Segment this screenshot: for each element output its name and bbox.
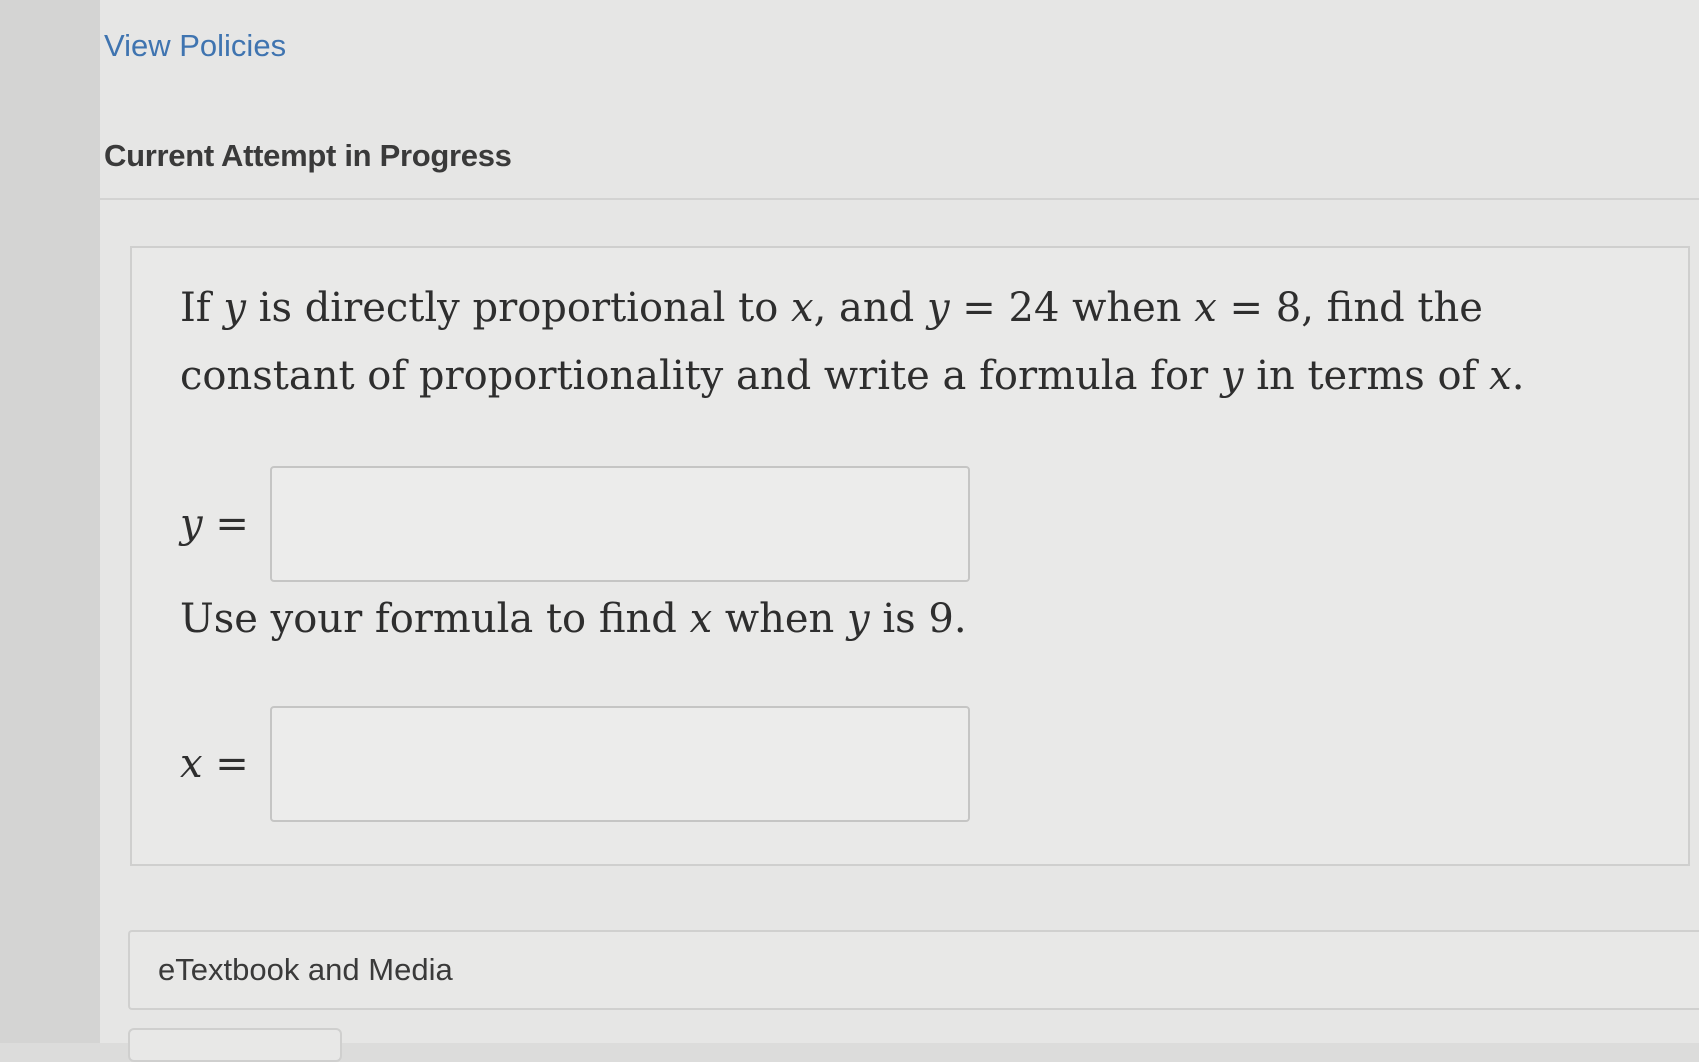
math-variable: x bbox=[791, 285, 814, 331]
view-policies-link[interactable]: View Policies bbox=[104, 28, 286, 64]
answer-input-y[interactable] bbox=[270, 466, 970, 582]
text-segment: is 9. bbox=[869, 596, 967, 642]
header-divider bbox=[100, 198, 1699, 200]
answer-input-x[interactable] bbox=[270, 706, 970, 822]
text-segment: when bbox=[712, 596, 848, 642]
answer-row-y: y = bbox=[180, 466, 970, 582]
math-variable: x bbox=[1489, 353, 1512, 399]
text-segment: , and bbox=[813, 285, 927, 331]
math-variable: y bbox=[223, 285, 246, 331]
etextbook-media-label: eTextbook and Media bbox=[158, 952, 453, 987]
left-rail bbox=[0, 0, 100, 1043]
question-card: If y is directly proportional to x, and … bbox=[130, 246, 1690, 866]
sub-question-text: Use your formula to find x when y is 9. bbox=[180, 596, 967, 642]
math-variable: y bbox=[1220, 353, 1244, 399]
text-segment: Use your formula to find bbox=[180, 596, 690, 642]
math-variable: y bbox=[847, 596, 870, 642]
text-segment: . bbox=[1511, 353, 1525, 399]
math-variable: x bbox=[689, 596, 713, 642]
text-segment: If bbox=[180, 285, 224, 331]
attempt-title: Current Attempt in Progress bbox=[104, 138, 512, 173]
question-text: If y is directly proportional to x, and … bbox=[180, 274, 1650, 410]
answer-label-x: x = bbox=[180, 741, 249, 787]
text-segment: in terms of bbox=[1243, 353, 1490, 399]
etextbook-media-toggle[interactable]: eTextbook and Media bbox=[128, 930, 1699, 1010]
text-segment: = 24 when bbox=[949, 285, 1195, 331]
math-variable: y bbox=[926, 285, 950, 331]
math-variable: x bbox=[1194, 285, 1217, 331]
text-segment: is directly proportional to bbox=[245, 285, 792, 331]
bottom-tab[interactable] bbox=[128, 1028, 342, 1062]
answer-row-x: x = bbox=[180, 706, 970, 822]
answer-label-y: y = bbox=[180, 501, 249, 547]
